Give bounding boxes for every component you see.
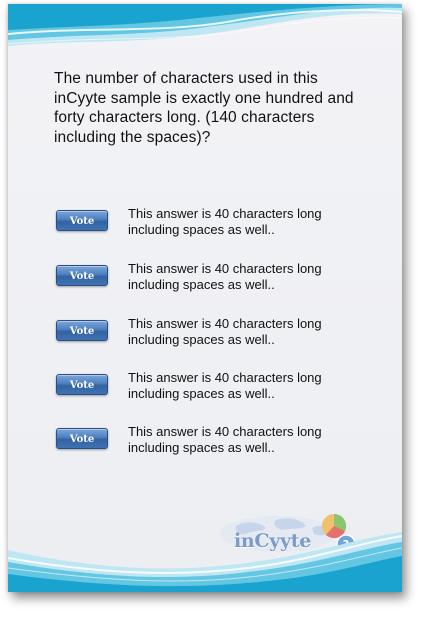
answer-option-5: Vote This answer is 40 characters long i… (54, 424, 394, 464)
answer-text-4: This answer is 40 characters long includ… (128, 370, 322, 401)
vote-button-3[interactable]: Vote (56, 320, 108, 341)
poll-card: The number of characters used in this in… (8, 4, 402, 592)
answer-text-2: This answer is 40 characters long includ… (128, 261, 322, 292)
answer-text-5: This answer is 40 characters long includ… (128, 424, 322, 455)
vote-button-4[interactable]: Vote (56, 374, 108, 395)
vote-button-5[interactable]: Vote (56, 428, 108, 449)
vote-button-1[interactable]: Vote (56, 210, 108, 231)
answer-option-1: Vote This answer is 40 characters long i… (54, 206, 394, 246)
answer-option-4: Vote This answer is 40 characters long i… (54, 370, 394, 410)
poll-question: The number of characters used in this in… (54, 70, 354, 146)
top-wave-decoration (8, 4, 402, 46)
answer-option-3: Vote This answer is 40 characters long i… (54, 316, 394, 356)
vote-button-2[interactable]: Vote (56, 265, 108, 286)
answer-text-3: This answer is 40 characters long includ… (128, 316, 322, 347)
answer-text-1: This answer is 40 characters long includ… (128, 206, 322, 237)
bottom-wave-decoration (8, 532, 402, 592)
answer-option-2: Vote This answer is 40 characters long i… (54, 261, 394, 301)
